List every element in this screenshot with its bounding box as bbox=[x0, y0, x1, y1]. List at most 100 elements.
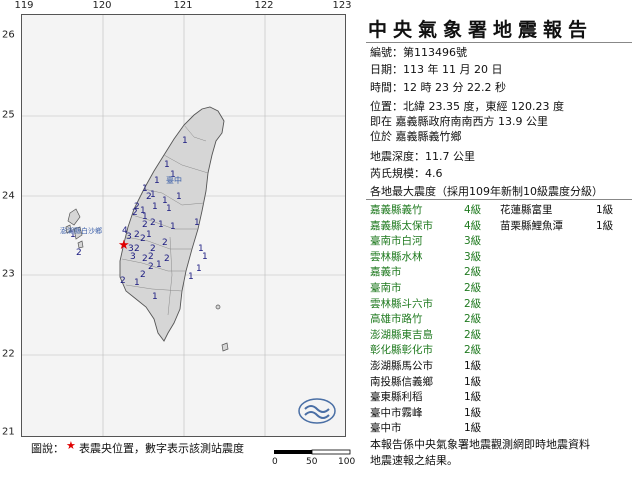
station-intensity: 2 bbox=[162, 238, 168, 248]
intensity-row: 嘉義市 2級 bbox=[370, 264, 481, 279]
intensity-level: 4級 bbox=[464, 204, 482, 216]
intensity-row: 高雄市路竹 2級 bbox=[370, 311, 481, 326]
lat-label-23: 23 bbox=[2, 268, 15, 280]
intensity-level: 2級 bbox=[464, 344, 482, 357]
station-intensity: 1 bbox=[158, 220, 164, 230]
station-intensity: 1 bbox=[196, 264, 202, 274]
station-intensity: 1 bbox=[154, 176, 160, 186]
station-intensity: 1 bbox=[164, 160, 170, 170]
intensity-level: 2級 bbox=[464, 266, 482, 279]
intensity-level: 1級 bbox=[464, 422, 482, 435]
intensity-row: 澎湖縣馬公市 1級 bbox=[370, 358, 481, 373]
intensity-level: 1級 bbox=[464, 360, 482, 372]
scale-tick-0: 0 bbox=[272, 457, 278, 467]
intensity-level: 1級 bbox=[464, 391, 482, 404]
intensity-location: 高雄市路竹 bbox=[370, 313, 423, 326]
intensity-location: 澎湖縣東吉島 bbox=[370, 328, 433, 341]
intensity-row: 嘉義縣太保市 4級 bbox=[370, 218, 481, 233]
legend-prefix: 圖說： bbox=[31, 442, 64, 455]
station-intensity: 1 bbox=[176, 192, 182, 202]
place-label-taichung: 臺中 bbox=[166, 175, 182, 185]
cwa-logo bbox=[298, 398, 336, 424]
lat-label-25: 25 bbox=[2, 109, 15, 121]
intensity-row: 南投縣信義鄉 1級 bbox=[370, 374, 481, 389]
report-title: 中央氣象署地震報告 bbox=[368, 19, 594, 41]
lat-label-21: 21 bbox=[2, 426, 15, 438]
lon-label-122: 122 bbox=[254, 0, 274, 11]
place-label-penghu: 澎湖縣白沙鄉 bbox=[60, 226, 102, 235]
lat-label-24: 24 bbox=[2, 190, 15, 202]
intensity-location: 苗栗縣鯉魚潭 bbox=[500, 219, 563, 232]
station-intensity: 2 bbox=[76, 248, 82, 258]
intensity-location: 臺東縣利稻 bbox=[370, 391, 423, 404]
station-intensity: 1 bbox=[134, 278, 140, 288]
station-intensity: 1 bbox=[194, 218, 200, 228]
station-intensity: 1 bbox=[166, 204, 172, 214]
station-intensity: 1 bbox=[152, 202, 158, 212]
intensity-level: 3級 bbox=[464, 250, 482, 263]
intensity-location: 花蓮縣富里 bbox=[500, 204, 553, 216]
epicenter-star: ★ bbox=[118, 238, 130, 253]
legend-star: ★ bbox=[66, 439, 76, 452]
intensity-location: 澎湖縣馬公市 bbox=[370, 360, 433, 372]
scale-bar: 0 50 100 bbox=[270, 448, 356, 470]
map-panel: 1 1 1 2 1 2 2 1 1 2 2 1 4 3 2 2 1 3 2 3 … bbox=[21, 14, 346, 437]
legend-text: 表震央位置，數字表示該測站震度 bbox=[79, 442, 244, 455]
intensity-location: 雲林縣斗六市 bbox=[370, 297, 433, 310]
small-islands bbox=[215, 304, 229, 352]
intensity-location: 雲林縣水林 bbox=[370, 250, 423, 263]
station-intensity: 2 bbox=[140, 234, 146, 244]
intensity-level: 1級 bbox=[596, 204, 614, 216]
separator bbox=[366, 42, 632, 43]
report-position: 位置：北緯 23.35 度，東經 120.23 度 bbox=[370, 100, 564, 113]
intensity-level: 1級 bbox=[464, 375, 482, 388]
intensity-level: 4級 bbox=[464, 219, 482, 232]
intensity-location: 臺南市白河 bbox=[370, 235, 423, 248]
station-intensity: 1 bbox=[156, 260, 162, 270]
intensity-location: 南投縣信義鄉 bbox=[370, 375, 433, 388]
intensity-location: 嘉義縣太保市 bbox=[370, 219, 433, 232]
intensity-location: 嘉義市 bbox=[370, 266, 402, 279]
footer-note-line2: 地震速報之結果。 bbox=[370, 454, 458, 467]
station-intensity: 3 bbox=[130, 252, 136, 262]
intensity-row: 澎湖縣東吉島 2級 bbox=[370, 327, 481, 342]
station-intensity: 1 bbox=[142, 184, 148, 194]
report-depth: 地震深度：11.7 公里 bbox=[370, 150, 475, 163]
intensity-row: 臺南市 2級 bbox=[370, 280, 481, 295]
scale-tick-100: 100 bbox=[338, 457, 356, 467]
report-time: 時間：12 時 23 分 22.2 秒 bbox=[370, 81, 506, 94]
report-number: 編號：第113496號 bbox=[370, 46, 467, 59]
intensity-location: 臺中市霧峰 bbox=[370, 406, 423, 419]
intensity-row: 雲林縣水林 3級 bbox=[370, 249, 481, 264]
intensity-row: 雲林縣斗六市 2級 bbox=[370, 296, 481, 311]
intensity-level: 2級 bbox=[464, 282, 482, 294]
lat-label-22: 22 bbox=[2, 348, 15, 360]
station-intensity: 2 bbox=[148, 262, 154, 272]
intensity-row: 臺東縣利稻 1級 bbox=[370, 389, 481, 404]
report-position-town: 位於 嘉義縣義竹鄉 bbox=[370, 130, 462, 143]
lat-label-26: 26 bbox=[2, 29, 15, 41]
station-intensity: 1 bbox=[182, 136, 188, 146]
intensity-header: 各地最大震度（採用109年新制10級震度分級） bbox=[370, 185, 603, 198]
intensity-level: 1級 bbox=[464, 406, 482, 419]
station-intensity: 2 bbox=[150, 218, 156, 228]
report-position-relative: 即在 嘉義縣政府南南西方 13.9 公里 bbox=[370, 115, 548, 128]
intensity-row: 花蓮縣富里 1級 bbox=[500, 202, 613, 217]
intensity-level: 2級 bbox=[464, 328, 482, 341]
station-intensity: 2 bbox=[142, 254, 148, 264]
taiwan-map: 1 1 1 2 1 2 2 1 1 2 2 1 4 3 2 2 1 3 2 3 … bbox=[22, 15, 345, 436]
lon-label-121: 121 bbox=[173, 0, 193, 11]
report-magnitude: 芮氏規模：4.6 bbox=[370, 167, 443, 180]
intensity-location: 臺南市 bbox=[370, 282, 402, 294]
intensity-level: 1級 bbox=[596, 219, 614, 232]
lon-label-120: 120 bbox=[92, 0, 112, 11]
intensity-row: 苗栗縣鯉魚潭 1級 bbox=[500, 218, 613, 233]
intensity-level: 3級 bbox=[464, 235, 482, 248]
intensity-level: 2級 bbox=[464, 313, 482, 326]
station-intensity: 2 bbox=[150, 244, 156, 254]
report-date: 日期：113 年 11 月 20 日 bbox=[370, 63, 503, 76]
station-intensity: 1 bbox=[170, 222, 176, 232]
station-intensity: 1 bbox=[146, 230, 152, 240]
separator bbox=[366, 199, 632, 200]
lon-label-123: 123 bbox=[332, 0, 352, 11]
